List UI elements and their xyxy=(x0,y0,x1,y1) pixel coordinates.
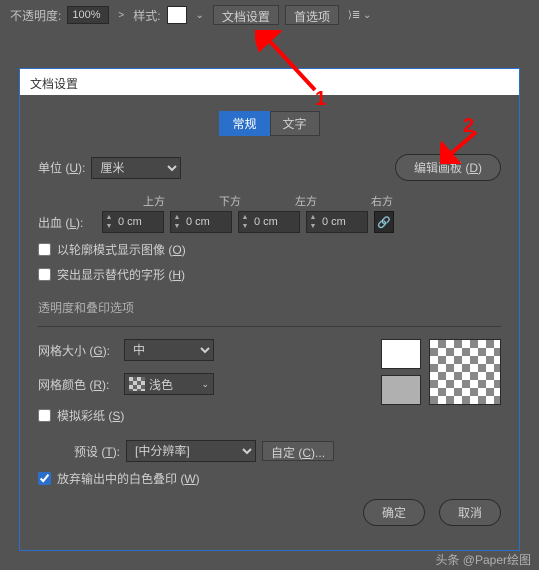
cancel-button[interactable]: 取消 xyxy=(439,499,501,526)
bleed-label: 出血 (L): xyxy=(38,214,96,231)
tab-general[interactable]: 常规 xyxy=(219,111,269,136)
swatch-grey[interactable] xyxy=(381,375,421,405)
grid-color-select[interactable]: 浅色 ⌄ xyxy=(124,373,214,395)
outline-mode-label: 以轮廓模式显示图像 (O) xyxy=(57,241,186,258)
unit-label: 单位 (U): xyxy=(38,159,85,176)
link-bleed-icon[interactable]: 🔗 xyxy=(374,211,394,233)
edit-artboard-button[interactable]: 编辑画板 (D) xyxy=(395,154,501,181)
style-dropdown-icon[interactable]: ⌄ xyxy=(193,10,207,21)
simulate-paper-checkbox[interactable] xyxy=(38,409,51,422)
custom-button[interactable]: 自定 (C)... xyxy=(262,441,334,461)
preferences-button[interactable]: 首选项 xyxy=(285,5,339,25)
transparency-section-title: 透明度和叠印选项 xyxy=(38,299,501,316)
swatch-white[interactable] xyxy=(381,339,421,369)
toolbar-more-icon[interactable]: ⟩≣ ⌄ xyxy=(345,10,374,21)
opacity-label: 不透明度: xyxy=(10,7,61,24)
checker-icon xyxy=(129,377,145,391)
style-label: 样式: xyxy=(133,7,160,24)
doc-settings-button[interactable]: 文档设置 xyxy=(213,5,279,25)
grid-color-label: 网格颜色 (R): xyxy=(38,376,124,393)
top-toolbar: 不透明度: > 样式: ⌄ 文档设置 首选项 ⟩≣ ⌄ xyxy=(0,0,539,30)
doc-settings-dialog: 文档设置 常规 文字 单位 (U): 厘米 编辑画板 (D) 上方 下方 左方 … xyxy=(19,68,520,551)
discard-white-checkbox[interactable] xyxy=(38,472,51,485)
opacity-input[interactable] xyxy=(67,6,109,24)
tab-text[interactable]: 文字 xyxy=(270,111,320,136)
bleed-headers: 上方 下方 左方 右方 xyxy=(143,193,501,209)
unit-select[interactable]: 厘米 xyxy=(91,157,181,179)
highlight-sub-label: 突出显示替代的字形 (H) xyxy=(57,266,185,283)
bleed-left-input[interactable]: ▲▼ xyxy=(238,211,300,233)
preset-select[interactable]: [中分辨率] xyxy=(126,440,256,462)
transparency-preview xyxy=(429,339,501,405)
tab-bar: 常规 文字 xyxy=(38,111,501,136)
preset-label: 预设 (T): xyxy=(74,443,120,460)
divider xyxy=(38,326,501,327)
simulate-paper-label: 模拟彩纸 (S) xyxy=(57,407,124,424)
bleed-top-input[interactable]: ▲▼ xyxy=(102,211,164,233)
opacity-caret-icon[interactable]: > xyxy=(115,10,127,21)
dialog-title: 文档设置 xyxy=(20,69,519,95)
bleed-bottom-input[interactable]: ▲▼ xyxy=(170,211,232,233)
outline-mode-checkbox[interactable] xyxy=(38,243,51,256)
annotation-label-1: 1 xyxy=(315,88,326,111)
ok-button[interactable]: 确定 xyxy=(363,499,425,526)
grid-size-select[interactable]: 中 xyxy=(124,339,214,361)
grid-size-label: 网格大小 (G): xyxy=(38,342,124,359)
annotation-label-2: 2 xyxy=(463,115,474,138)
discard-white-label: 放弃输出中的白色叠印 (W) xyxy=(57,470,200,487)
style-swatch[interactable] xyxy=(167,6,187,24)
bleed-right-input[interactable]: ▲▼ xyxy=(306,211,368,233)
watermark-caption: 头条 @Paper绘图 xyxy=(435,551,531,568)
highlight-sub-checkbox[interactable] xyxy=(38,268,51,281)
